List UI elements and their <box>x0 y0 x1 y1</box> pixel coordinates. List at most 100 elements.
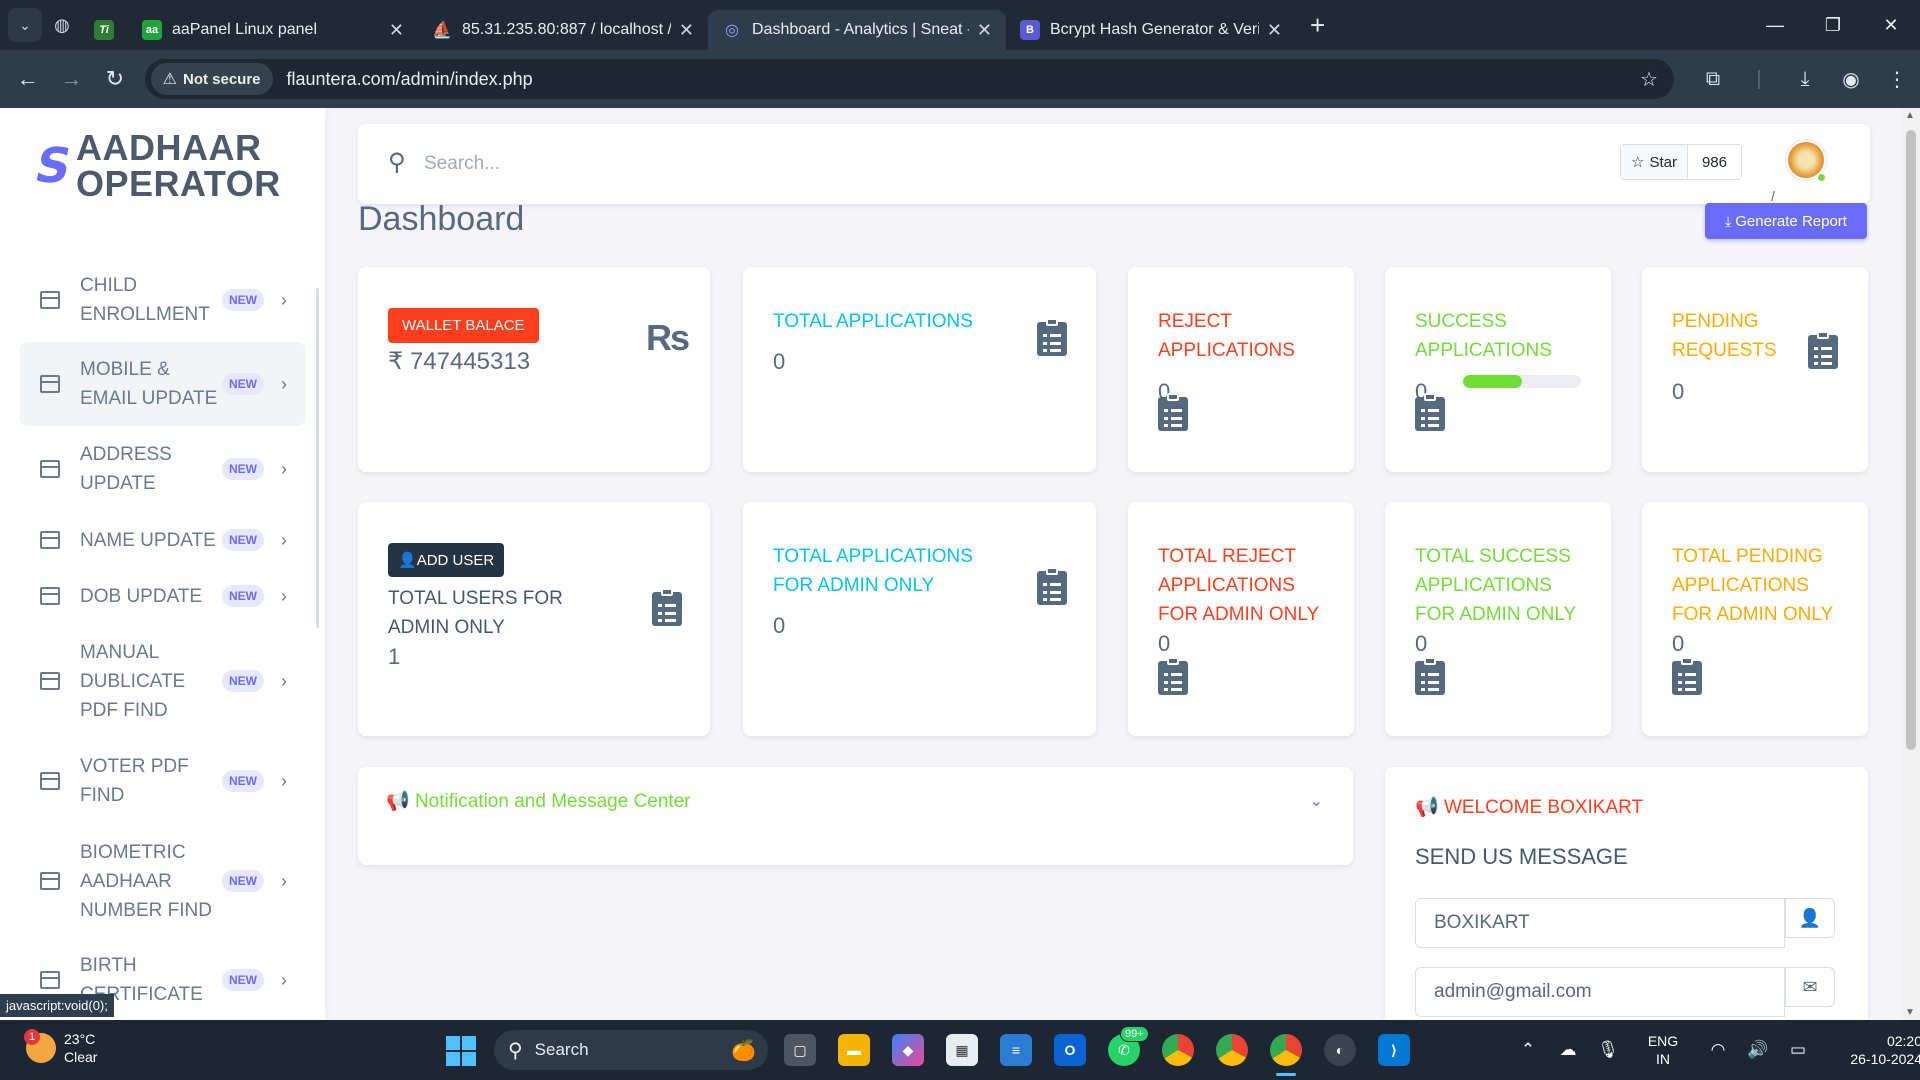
copilot-icon[interactable]: ◆ <box>892 1034 924 1066</box>
tab-aapanel[interactable]: aa aaPanel Linux panel ✕ <box>128 10 418 50</box>
sidebar-scrollbar[interactable] <box>316 288 319 628</box>
clock[interactable]: 02:20 26-10-2024 <box>1828 1032 1920 1068</box>
microsoft-store-icon[interactable]: ▦ <box>946 1034 978 1066</box>
security-chip[interactable]: ⚠ Not secure <box>150 63 273 95</box>
minimize-icon[interactable]: — <box>1746 15 1804 36</box>
close-icon[interactable]: ✕ <box>977 20 992 41</box>
page-scrollbar[interactable]: ▲ ▼ <box>1902 108 1920 1020</box>
taskbar-search[interactable]: ⚲ Search 🍊 <box>494 1030 768 1070</box>
sidebar-item-mobile-email-update[interactable]: MOBILE & EMAIL UPDATE NEW › <box>20 342 305 426</box>
profile-icon[interactable]: ◉ <box>1828 67 1874 92</box>
email-field[interactable] <box>1415 967 1785 1017</box>
new-badge: NEW <box>222 585 264 607</box>
chrome-profile-2-icon[interactable] <box>1216 1034 1248 1066</box>
forward-icon[interactable]: → <box>50 66 94 92</box>
ti-icon: Ti <box>94 20 114 40</box>
search-input[interactable] <box>424 146 1324 182</box>
taskbar-search-label: Search <box>534 1040 589 1059</box>
windows-start-icon[interactable] <box>446 1036 476 1066</box>
microphone-icon[interactable]: 🎙 <box>1588 1040 1628 1060</box>
url-text[interactable]: flauntera.com/admin/index.php <box>287 69 1641 90</box>
restore-icon[interactable]: ❐ <box>1804 15 1862 36</box>
divider: | <box>1756 67 1762 90</box>
volume-icon[interactable]: 🔊 <box>1738 1040 1778 1060</box>
close-icon[interactable]: ✕ <box>679 20 694 41</box>
sidebar-item-address-update[interactable]: ADDRESS UPDATE NEW › <box>20 426 305 512</box>
sidebar-item-manual-duplicate-pdf[interactable]: MANUAL DUBLICATE PDF FIND NEW › <box>20 624 305 738</box>
reload-icon[interactable]: ↻ <box>93 66 137 92</box>
sidebar-item-label: CHILD ENROLLMENT <box>80 275 210 325</box>
back-icon[interactable]: ← <box>6 66 50 92</box>
weather-widget[interactable]: 1 23°C Clear <box>24 1029 98 1066</box>
scrollbar-thumb[interactable] <box>1906 130 1916 750</box>
notepad-icon[interactable]: ≡ <box>1000 1034 1032 1066</box>
tab-title: 85.31.235.80:887 / localhost / s <box>462 21 671 38</box>
sidebar-item-child-enrollment[interactable]: CHILD ENROLLMENT NEW › <box>20 258 305 342</box>
chevron-right-icon: › <box>281 585 287 606</box>
success-progress-bar <box>1463 375 1581 388</box>
chevron-down-icon[interactable]: ⌄ <box>1310 791 1323 811</box>
close-window-icon[interactable]: ✕ <box>1862 15 1920 36</box>
email-field-group: ✉ <box>1415 967 1835 1017</box>
card-title: SUCCESS APPLICATIONS <box>1415 311 1552 361</box>
tab-bcrypt[interactable]: B Bcrypt Hash Generator & Verifie ✕ <box>1006 10 1296 50</box>
sidebar-item-voter-pdf-find[interactable]: VOTER PDF FIND NEW › <box>20 738 305 824</box>
send-message-heading: SEND US MESSAGE <box>1415 844 1628 869</box>
chrome-profile-1-icon[interactable] <box>1162 1034 1194 1066</box>
fingerprint-icon: ◎ <box>725 22 739 39</box>
new-tab-icon[interactable]: + <box>1310 10 1325 41</box>
tab-phpmyadmin[interactable]: ⛵ 85.31.235.80:887 / localhost / s ✕ <box>418 10 708 50</box>
sidebar-item-label: BIOMETRIC AADHAAR NUMBER FIND <box>80 841 212 921</box>
file-explorer-icon[interactable]: ▬ <box>838 1034 870 1066</box>
tab-pinned[interactable]: Ti <box>82 10 128 50</box>
cloud-icon[interactable]: ☁ <box>1548 1040 1588 1060</box>
star-count[interactable]: 986 <box>1687 145 1741 179</box>
sidebar-item-biometric-aadhaar[interactable]: BIOMETRIC AADHAAR NUMBER FIND NEW › <box>20 824 305 938</box>
star-icon: ☆ <box>1631 154 1645 171</box>
progress-fill <box>1463 375 1522 388</box>
wifi-icon[interactable]: ◠ <box>1698 1040 1738 1060</box>
user-icon: 👤 <box>1785 898 1835 938</box>
welcome-heading: 📢 WELCOME BOXIKART <box>1415 795 1643 819</box>
address-bar[interactable]: ⚠ Not secure flauntera.com/admin/index.p… <box>144 59 1674 99</box>
scroll-up-icon[interactable]: ▲ <box>1905 110 1915 121</box>
sidebar-item-label: MANUAL DUBLICATE PDF FIND <box>80 641 186 721</box>
github-star-button[interactable]: ☆ Star <box>1621 145 1688 179</box>
obs-icon[interactable]: ◐ <box>1324 1034 1356 1066</box>
github-star-widget[interactable]: ☆ Star 986 <box>1620 144 1742 180</box>
add-user-button[interactable]: 👤ADD USER <box>388 543 505 577</box>
reject-applications-card: REJECT APPLICATIONS 0 <box>1128 267 1354 472</box>
vscode-icon[interactable]: ⟩ <box>1378 1034 1410 1066</box>
globe-icon[interactable]: ◍ <box>42 8 82 42</box>
weather-text: Clear <box>64 1049 98 1065</box>
chevron-right-icon: › <box>281 373 287 394</box>
search-highlight-icon: 🍊 <box>731 1040 756 1062</box>
battery-icon[interactable]: ▭ <box>1778 1040 1818 1060</box>
status-bar-url: javascript:void(0); <box>0 994 114 1017</box>
window-icon <box>40 971 60 989</box>
outlook-icon[interactable]: O <box>1054 1034 1086 1066</box>
star-label: Star <box>1649 153 1677 171</box>
sidebar-item-name-update[interactable]: NAME UPDATE NEW › <box>20 512 305 568</box>
brand[interactable]: S AADHAAR OPERATOR <box>30 130 281 202</box>
extensions-icon[interactable]: ⧉ <box>1690 68 1736 91</box>
new-badge: NEW <box>222 870 264 892</box>
search-icon: ⚲ <box>388 149 406 176</box>
close-icon[interactable]: ✕ <box>1267 20 1282 41</box>
menu-dots-icon[interactable]: ⋮ <box>1874 67 1920 92</box>
chevron-up-icon[interactable]: ⌃ <box>1508 1040 1548 1060</box>
generate-report-button[interactable]: ⤓ Generate Report <box>1705 203 1867 239</box>
tab-dashboard[interactable]: ◎ Dashboard - Analytics | Sneat - ✕ <box>708 10 1006 50</box>
name-field[interactable] <box>1415 898 1785 948</box>
bookmark-star-icon[interactable]: ☆ <box>1640 67 1658 92</box>
download-icon[interactable]: ⤓ <box>1782 68 1828 91</box>
language-indicator[interactable]: ENG IN <box>1638 1032 1688 1068</box>
task-view-icon[interactable]: ▢ <box>784 1034 816 1066</box>
close-icon[interactable]: ✕ <box>389 20 404 41</box>
chrome-active-icon[interactable] <box>1270 1034 1302 1076</box>
sidebar-item-dob-update[interactable]: DOB UPDATE NEW › <box>20 568 305 624</box>
notification-center[interactable]: 📢 Notification and Message Center ⌄ <box>358 767 1353 865</box>
success-applications-card: SUCCESS APPLICATIONS 0 <box>1385 267 1611 472</box>
tab-search-chevron-icon[interactable]: ⌄ <box>8 8 42 42</box>
scroll-down-icon[interactable]: ▼ <box>1905 1007 1915 1018</box>
